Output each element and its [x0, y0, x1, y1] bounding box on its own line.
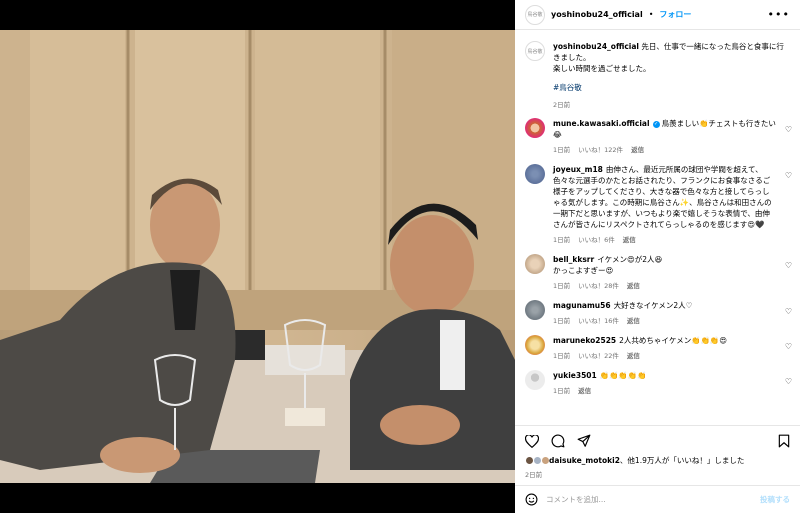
- reply-button[interactable]: 返信: [578, 385, 591, 395]
- caption-text: yoshinobu24_official 先日、仕事で一緒になった鳥谷と食事に行…: [553, 41, 790, 74]
- post-comment-button[interactable]: 投稿する: [760, 494, 790, 505]
- comment-meta: 1日前 いいね！16件 返信: [553, 315, 692, 325]
- likes-rest[interactable]: 、他1.9万人が「いいね！」しました: [620, 456, 744, 465]
- instagram-post-view: 鳥谷敬 yoshinobu24_official • フォロー ••• 鳥谷敬 …: [0, 0, 800, 513]
- photo-pane: [0, 0, 515, 513]
- reply-button[interactable]: 返信: [631, 144, 644, 154]
- comment-username[interactable]: joyeux_m18: [553, 165, 603, 174]
- caption-body-2: 楽しい時間を過ごせました。: [553, 64, 651, 73]
- comment-meta: 1日前 いいね！22件 返信: [553, 350, 727, 360]
- like-heart-icon[interactable]: [525, 434, 539, 448]
- photo-illustration: [0, 30, 515, 483]
- comment-text: 大好きなイケメン2人♡: [613, 301, 693, 310]
- likes-summary: daisuke_motoki2、他1.9万人が「いいね！」しました: [525, 455, 790, 466]
- comment-meta: 1日前 いいね！122件 返信: [553, 144, 776, 154]
- comment-meta: 1日前 いいね！28件 返信: [553, 280, 662, 290]
- comment-like-heart-icon[interactable]: ♡: [785, 307, 792, 316]
- comment-like-heart-icon[interactable]: ♡: [785, 261, 792, 270]
- caption: 鳥谷敬 yoshinobu24_official 先日、仕事で一緒になった鳥谷と…: [515, 31, 800, 113]
- comment-username[interactable]: maruneko2525: [553, 336, 616, 345]
- comment-username[interactable]: bell_kksrr: [553, 255, 594, 264]
- comment-time: 1日前: [553, 146, 571, 154]
- follow-button[interactable]: フォロー: [659, 9, 691, 20]
- comment-meta: 1日前 いいね！6件 返信: [553, 234, 776, 244]
- post-photo[interactable]: [0, 30, 515, 483]
- likes-username[interactable]: daisuke_motoki2: [549, 456, 620, 465]
- comment-text: 2人共めちゃイケメン👏👏👏😍: [619, 336, 728, 345]
- commenter-avatar[interactable]: [525, 370, 545, 390]
- comment-item: joyeux_m18 由伸さん、最近元所属の球団や学閥を超えて、色々な元選手のかた…: [515, 159, 800, 249]
- reply-button[interactable]: 返信: [627, 280, 640, 290]
- commenter-avatar[interactable]: [525, 254, 545, 274]
- action-icons-row: [525, 432, 790, 450]
- comment-likes[interactable]: いいね！122件: [578, 144, 623, 154]
- comment-item: bell_kksrr イケメン😍が2人😆 かっこよすぎー😍 1日前 いいね！28件…: [515, 249, 800, 295]
- comment-time: 1日前: [553, 236, 571, 244]
- comment-body: maruneko2525 2人共めちゃイケメン👏👏👏😍: [553, 335, 727, 346]
- comment-body: magunamu56 大好きなイケメン2人♡: [553, 300, 692, 311]
- comment-item: magunamu56 大好きなイケメン2人♡ 1日前 いいね！16件 返信 ♡: [515, 295, 800, 330]
- commenter-avatar[interactable]: [525, 118, 545, 138]
- comment-text: イケメン😍が2人😆: [597, 255, 663, 264]
- comment-time: 1日前: [553, 282, 571, 290]
- share-send-icon[interactable]: [577, 434, 591, 448]
- verified-badge-icon: ✓: [652, 120, 660, 128]
- comment-like-heart-icon[interactable]: ♡: [785, 342, 792, 351]
- more-options-icon[interactable]: •••: [768, 8, 790, 21]
- comment-username[interactable]: mune.kawasaki.official: [553, 119, 650, 128]
- reply-button[interactable]: 返信: [623, 234, 636, 244]
- comment-likes[interactable]: いいね！6件: [578, 234, 615, 244]
- post-header: 鳥谷敬 yoshinobu24_official • フォロー •••: [515, 0, 800, 30]
- comment-body: joyeux_m18 由伸さん、最近元所属の球団や学閥を超えて、色々な元選手のかた…: [553, 164, 776, 230]
- comment-like-heart-icon[interactable]: ♡: [785, 125, 792, 134]
- comment-like-heart-icon[interactable]: ♡: [785, 377, 792, 386]
- reply-button[interactable]: 返信: [627, 350, 640, 360]
- reply-button[interactable]: 返信: [627, 315, 640, 325]
- comment-item: yukie3501 👏👏👏👏👏 1日前 返信 ♡: [515, 365, 800, 400]
- comments-scroll-area[interactable]: 鳥谷敬 yoshinobu24_official 先日、仕事で一緒になった鳥谷と…: [515, 31, 800, 421]
- commenter-avatar[interactable]: [525, 164, 545, 184]
- comment-text-2: かっこよすぎー😍: [553, 266, 614, 275]
- comment-time: 1日前: [553, 352, 571, 360]
- add-comment-bar: 投稿する: [515, 485, 800, 513]
- commenter-avatar[interactable]: [525, 335, 545, 355]
- save-bookmark-icon[interactable]: [778, 434, 790, 448]
- comment-time: 1日前: [553, 317, 571, 325]
- comment-time: 1日前: [553, 387, 571, 395]
- post-actions: daisuke_motoki2、他1.9万人が「いいね！」しました 2日前: [515, 425, 800, 479]
- caption-time: 2日前: [553, 101, 571, 109]
- author-username[interactable]: yoshinobu24_official: [551, 10, 643, 19]
- caption-username[interactable]: yoshinobu24_official: [553, 42, 639, 51]
- comment-item: mune.kawasaki.official ✓ 鳥羨ましい👏チェストも行きたい😂 …: [515, 113, 800, 159]
- separator-dot: •: [648, 10, 654, 19]
- comment-bubble-icon[interactable]: [551, 434, 565, 448]
- post-time: 2日前: [525, 471, 543, 479]
- comment-text: 由伸さん、最近元所属の球団や学閥を超えて、色々な元選手のかたとお話されたり、フラ…: [553, 165, 772, 229]
- comment-likes[interactable]: いいね！28件: [578, 280, 619, 290]
- author-avatar[interactable]: 鳥谷敬: [525, 4, 545, 25]
- caption-hashtag[interactable]: #鳥谷敬: [553, 82, 790, 93]
- comment-username[interactable]: magunamu56: [553, 301, 611, 310]
- comment-item: maruneko2525 2人共めちゃイケメン👏👏👏😍 1日前 いいね！22件 返…: [515, 330, 800, 365]
- comment-like-heart-icon[interactable]: ♡: [785, 171, 792, 180]
- commenter-avatar[interactable]: [525, 300, 545, 320]
- emoji-icon[interactable]: [525, 493, 538, 506]
- comment-text: 👏👏👏👏👏: [599, 371, 647, 380]
- comment-body: bell_kksrr イケメン😍が2人😆 かっこよすぎー😍: [553, 254, 662, 276]
- post-sidebar: 鳥谷敬 yoshinobu24_official • フォロー ••• 鳥谷敬 …: [515, 0, 800, 513]
- comment-input[interactable]: [546, 495, 752, 504]
- comment-body: yukie3501 👏👏👏👏👏: [553, 370, 646, 381]
- comment-username[interactable]: yukie3501: [553, 371, 597, 380]
- caption-avatar[interactable]: 鳥谷敬: [525, 41, 545, 61]
- comment-body: mune.kawasaki.official ✓ 鳥羨ましい👏チェストも行きたい😂: [553, 118, 776, 140]
- comment-likes[interactable]: いいね！22件: [578, 350, 619, 360]
- comment-meta: 1日前 返信: [553, 385, 646, 395]
- comment-likes[interactable]: いいね！16件: [578, 315, 619, 325]
